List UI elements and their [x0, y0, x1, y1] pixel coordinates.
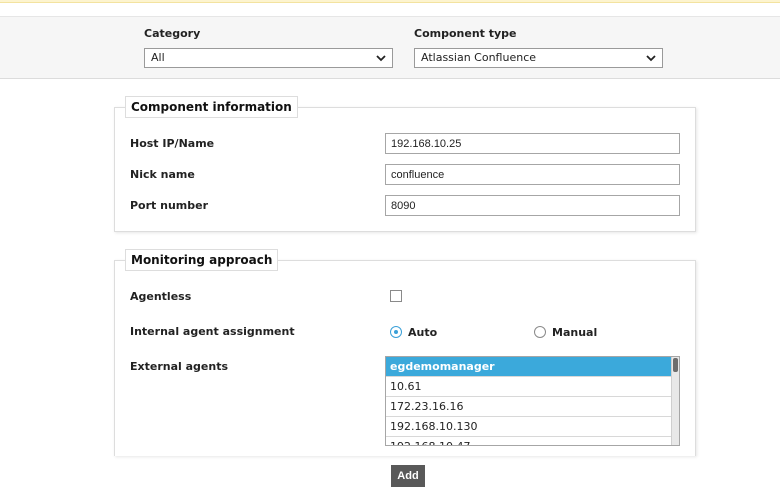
host-label: Host IP/Name	[130, 137, 215, 150]
agentless-checkbox[interactable]	[390, 290, 402, 302]
port-number-input[interactable]	[385, 195, 680, 216]
auto-radio[interactable]	[390, 326, 402, 338]
component-type-select-value: Atlassian Confluence	[421, 51, 537, 64]
internal-agent-label: Internal agent assignment	[130, 325, 295, 338]
list-item[interactable]: 10.61	[386, 377, 671, 397]
external-agents-label: External agents	[130, 360, 229, 373]
agentless-label: Agentless	[130, 290, 192, 303]
manual-radio[interactable]	[534, 326, 546, 338]
list-item[interactable]: 192.168.10.130	[386, 417, 671, 437]
category-label: Category	[144, 27, 201, 40]
external-agents-listbox[interactable]: egdemomanager 10.61 172.23.16.16 192.168…	[385, 356, 680, 446]
auto-radio-label[interactable]: Auto	[408, 326, 437, 339]
list-item[interactable]: 192.168.10.47	[386, 437, 671, 445]
list-item[interactable]: 172.23.16.16	[386, 397, 671, 417]
category-select[interactable]: All	[144, 48, 393, 68]
category-select-value: All	[151, 51, 165, 64]
list-item[interactable]: egdemomanager	[386, 357, 671, 377]
host-input[interactable]	[385, 133, 680, 154]
manual-radio-label[interactable]: Manual	[552, 326, 597, 339]
scrollbar-thumb[interactable]	[673, 358, 678, 372]
chevron-down-icon	[376, 55, 386, 62]
component-type-select[interactable]: Atlassian Confluence	[414, 48, 663, 68]
chevron-down-icon	[646, 55, 656, 62]
top-notice-border	[0, 2, 780, 3]
nick-name-input[interactable]	[385, 164, 680, 185]
component-type-label: Component type	[414, 27, 517, 40]
listbox-scrollbar[interactable]	[671, 357, 679, 445]
port-number-label: Port number	[130, 199, 209, 212]
monitoring-approach-legend: Monitoring approach	[125, 249, 279, 271]
component-information-legend: Component information	[125, 96, 298, 118]
nick-name-label: Nick name	[130, 168, 195, 181]
add-button[interactable]: Add	[391, 465, 425, 487]
